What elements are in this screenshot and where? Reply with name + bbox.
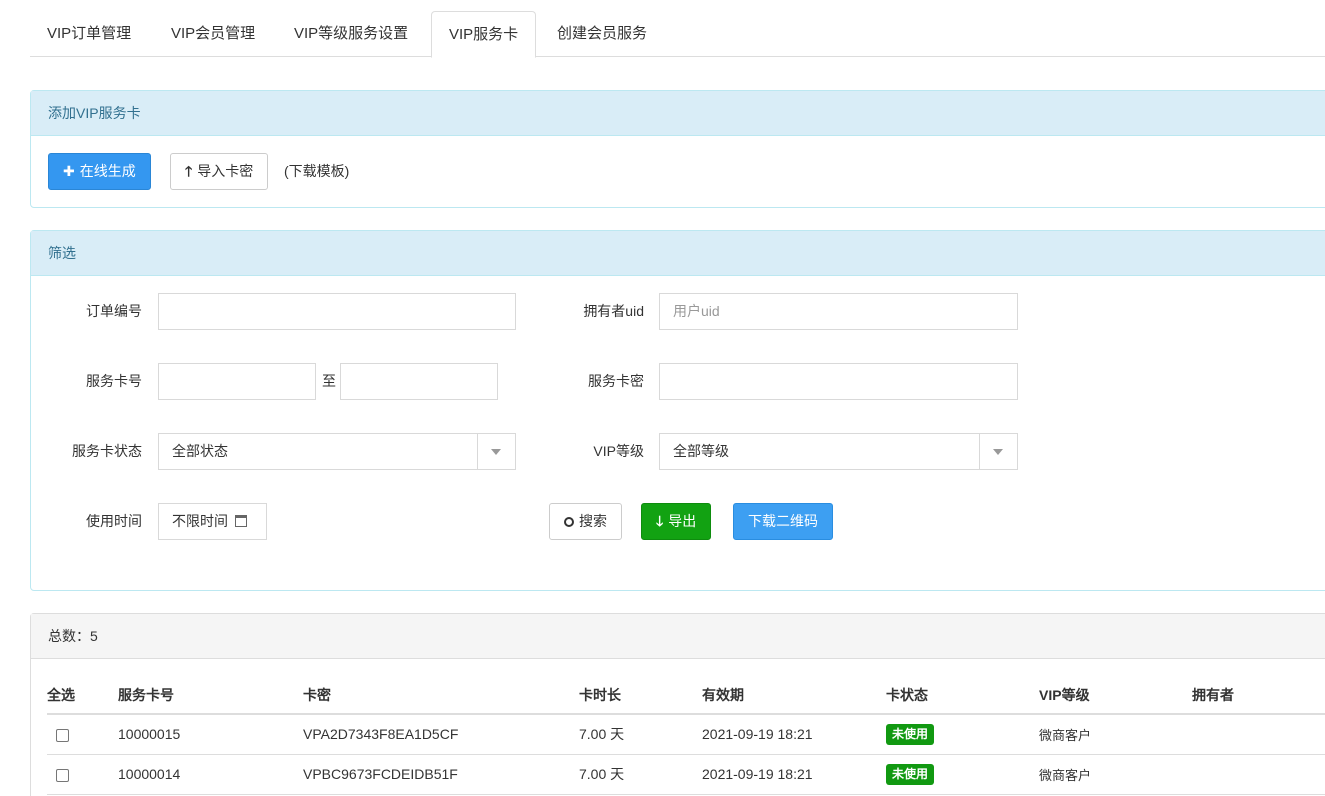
- use-time-picker[interactable]: 不限时间: [158, 503, 267, 540]
- owner-uid-label: 拥有者uid: [583, 303, 644, 319]
- filter-panel: 筛选 订单编号 拥有者uid 用户uid 服务卡号 至 服务卡密 服务卡状态 全…: [30, 230, 1325, 591]
- duration-cell: 7.00 天: [579, 754, 702, 795]
- tab-bar: VIP订单管理 VIP会员管理 VIP等级服务设置 VIP服务卡 创建会员服务: [30, 11, 1325, 58]
- chevron-down-icon: [477, 434, 515, 469]
- secret-cell: VPBC9673FCDEIDB51F: [303, 754, 579, 795]
- tab-vip-level-settings[interactable]: VIP等级服务设置: [277, 11, 425, 57]
- export-button[interactable]: 🡓 导出: [641, 503, 712, 540]
- service-card-table: 全选 服务卡号 卡密 卡时长 有效期 卡状态 VIP等级 拥有者 1000001…: [47, 676, 1325, 795]
- expiry-header: 有效期: [702, 676, 886, 715]
- owner-header: 拥有者: [1192, 676, 1325, 715]
- filter-panel-title: 筛选: [31, 231, 1325, 276]
- add-card-panel: 添加VIP服务卡 ✚ 在线生成 🡑 导入卡密 (下载模板): [30, 90, 1325, 208]
- owner-cell: [1192, 754, 1325, 795]
- table-row: 10000015 VPA2D7343F8EA1D5CF 7.00 天 2021-…: [47, 714, 1325, 755]
- add-card-panel-title: 添加VIP服务卡: [31, 91, 1325, 136]
- search-icon: [564, 517, 574, 527]
- owner-uid-input[interactable]: 用户uid: [659, 293, 1018, 330]
- row-checkbox[interactable]: [56, 729, 69, 743]
- duration-header: 卡时长: [579, 676, 702, 715]
- vip-level-label: VIP等级: [593, 443, 644, 459]
- secret-cell: VPA2D7343F8EA1D5CF: [303, 714, 579, 755]
- owner-cell: [1192, 714, 1325, 755]
- vip-level-select[interactable]: 全部等级: [659, 433, 1018, 470]
- card-status-label: 服务卡状态: [72, 443, 142, 459]
- plus-icon: ✚: [63, 163, 75, 179]
- chevron-down-icon: [979, 434, 1017, 469]
- download-template-link[interactable]: (下载模板): [284, 153, 349, 190]
- select-all-header[interactable]: 全选: [47, 676, 118, 715]
- expiry-cell: 2021-09-19 18:21: [702, 714, 886, 755]
- card-no-cell: 10000015: [118, 714, 303, 755]
- tab-vip-members[interactable]: VIP会员管理: [154, 11, 272, 57]
- arrow-up-icon: 🡑: [185, 163, 193, 179]
- generate-online-button[interactable]: ✚ 在线生成: [48, 153, 151, 190]
- row-checkbox[interactable]: [56, 768, 69, 782]
- order-no-input[interactable]: [158, 293, 516, 330]
- vip-level-cell: 微商客户: [1039, 714, 1192, 755]
- download-qrcode-button[interactable]: 下载二维码: [733, 503, 833, 540]
- card-no-cell: 10000014: [118, 754, 303, 795]
- card-no-from-input[interactable]: [158, 363, 316, 400]
- row-checkbox-cell: [47, 714, 118, 755]
- status-cell: 未使用: [886, 754, 1039, 795]
- status-cell: 未使用: [886, 714, 1039, 755]
- vip-level-cell: 微商客户: [1039, 754, 1192, 795]
- expiry-cell: 2021-09-19 18:21: [702, 754, 886, 795]
- arrow-down-icon: 🡓: [656, 513, 664, 529]
- row-checkbox-cell: [47, 754, 118, 795]
- status-header: 卡状态: [886, 676, 1039, 715]
- search-button[interactable]: 搜索: [549, 503, 622, 540]
- total-count: 总数：5: [31, 614, 1325, 659]
- status-badge: 未使用: [886, 723, 935, 745]
- range-to-label: 至: [322, 373, 336, 389]
- status-badge: 未使用: [886, 763, 935, 785]
- calendar-icon: [234, 515, 247, 527]
- use-time-label: 使用时间: [86, 513, 142, 529]
- order-no-label: 订单编号: [86, 303, 142, 319]
- card-no-header: 服务卡号: [118, 676, 303, 715]
- card-status-select[interactable]: 全部状态: [158, 433, 516, 470]
- duration-cell: 7.00 天: [579, 714, 702, 755]
- card-secret-label: 服务卡密: [588, 373, 644, 389]
- table-row: 10000014 VPBC9673FCDEIDB51F 7.00 天 2021-…: [47, 754, 1325, 795]
- tab-vip-service-card[interactable]: VIP服务卡: [431, 11, 537, 58]
- tab-vip-orders[interactable]: VIP订单管理: [30, 11, 148, 57]
- import-secret-button[interactable]: 🡑 导入卡密: [170, 153, 269, 190]
- tab-create-member-service[interactable]: 创建会员服务: [540, 11, 664, 57]
- card-no-to-input[interactable]: [340, 363, 498, 400]
- table-header-row: 全选 服务卡号 卡密 卡时长 有效期 卡状态 VIP等级 拥有者: [47, 676, 1325, 715]
- secret-header: 卡密: [303, 676, 579, 715]
- card-no-label: 服务卡号: [86, 373, 142, 389]
- card-secret-input[interactable]: [659, 363, 1018, 400]
- vip-level-header: VIP等级: [1039, 676, 1192, 715]
